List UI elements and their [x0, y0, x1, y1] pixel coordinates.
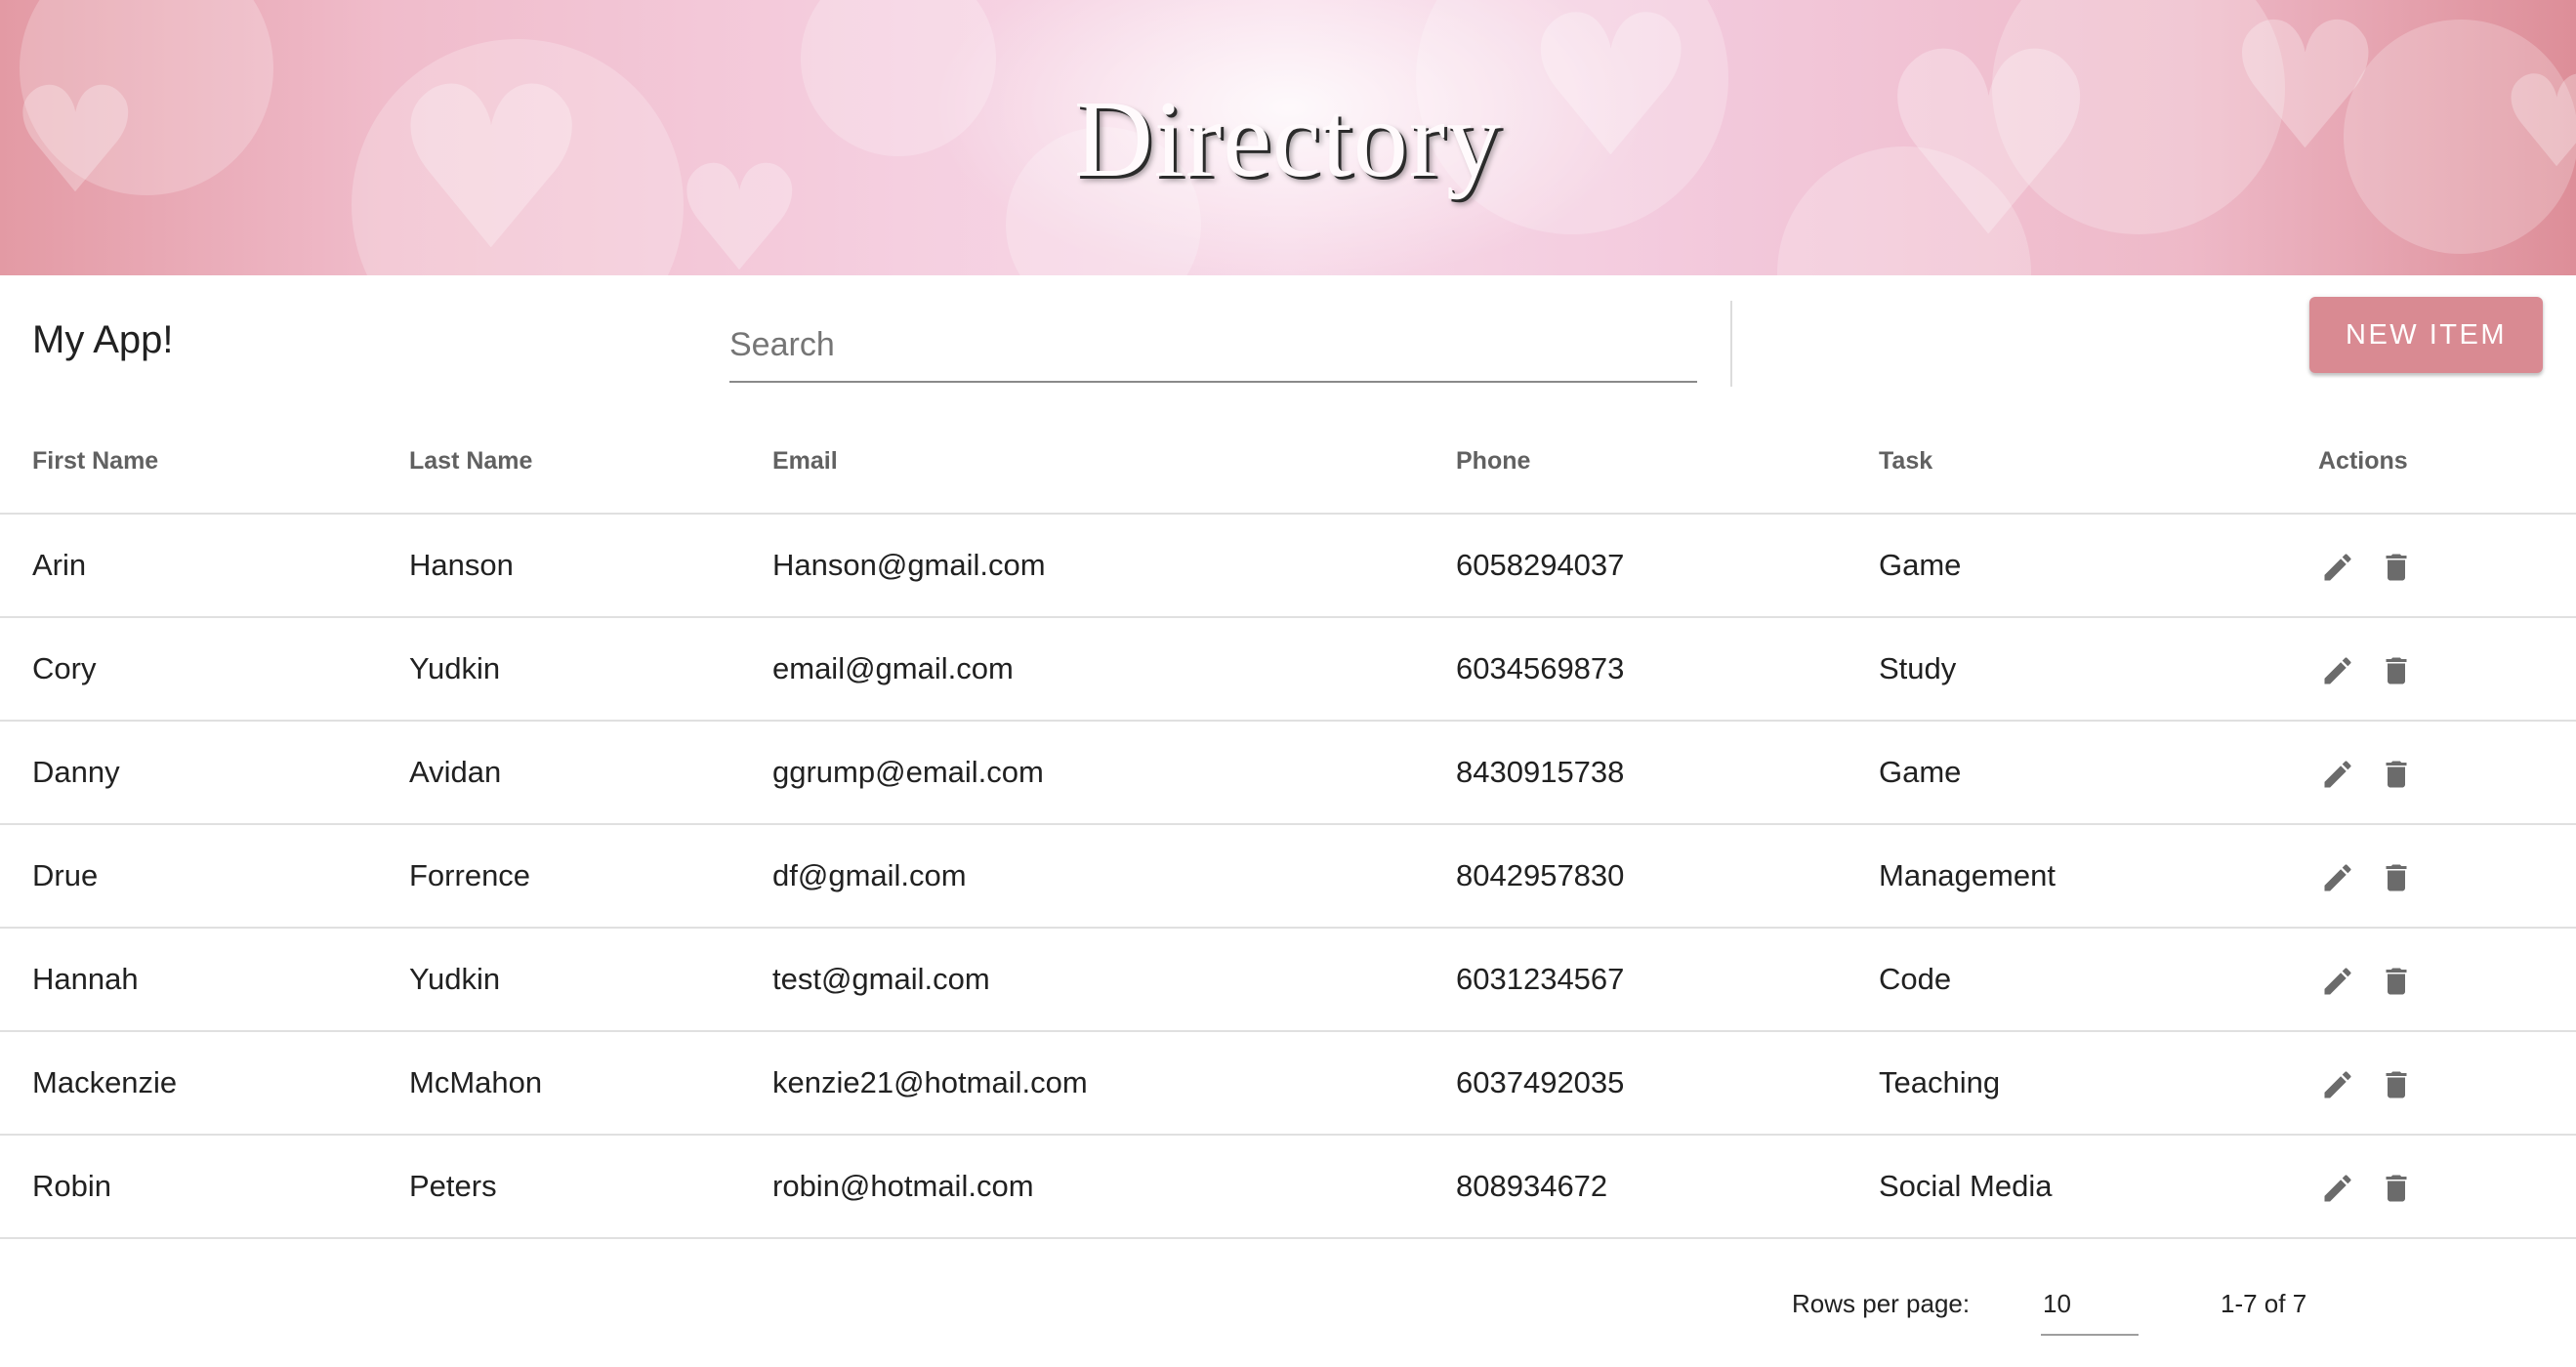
cell-last-name: Yudkin: [409, 962, 501, 996]
cell-last-name: Avidan: [409, 755, 502, 789]
cell-task: Code: [1879, 962, 1952, 996]
column-header-first-name[interactable]: First Name: [0, 410, 409, 514]
delete-icon[interactable]: [2377, 858, 2416, 897]
table-row: Arin Hanson Hanson@gmail.com 6058294037 …: [0, 514, 2576, 617]
banner-title: Directory: [1073, 79, 1503, 200]
cell-last-name: Hanson: [409, 548, 514, 582]
search-input[interactable]: [729, 311, 1697, 379]
table-row: Mackenzie McMahon kenzie21@hotmail.com 6…: [0, 1031, 2576, 1135]
edit-icon[interactable]: [2318, 1169, 2357, 1208]
table-row: Cory Yudkin email@gmail.com 6034569873 S…: [0, 617, 2576, 721]
cell-phone: 6031234567: [1456, 962, 1625, 996]
cell-email: Hanson@gmail.com: [772, 548, 1046, 582]
toolbar: My App! NEW ITEM: [0, 275, 2576, 398]
table-row: Robin Peters robin@hotmail.com 808934672…: [0, 1135, 2576, 1238]
cell-first-name: Danny: [32, 755, 120, 789]
header-banner: ♥ ♥ ♥ ♥ ♥ ♥ ♥ Directory: [0, 0, 2576, 275]
edit-icon[interactable]: [2318, 651, 2357, 690]
cell-first-name: Mackenzie: [32, 1065, 178, 1099]
cell-task: Teaching: [1879, 1065, 2001, 1099]
cell-last-name: Yudkin: [409, 651, 501, 685]
edit-icon[interactable]: [2318, 962, 2357, 1001]
delete-icon[interactable]: [2377, 962, 2416, 1001]
column-header-actions: Actions: [2318, 447, 2408, 475]
new-item-button[interactable]: NEW ITEM: [2309, 297, 2543, 373]
cell-task: Game: [1879, 548, 1962, 582]
cell-first-name: Drue: [32, 858, 99, 892]
cell-first-name: Cory: [32, 651, 97, 685]
cell-phone: 6058294037: [1456, 548, 1625, 582]
rows-per-page-value: 10: [2043, 1289, 2071, 1318]
cell-email: email@gmail.com: [772, 651, 1014, 685]
app-title: My App!: [32, 318, 174, 361]
cell-phone: 6037492035: [1456, 1065, 1625, 1099]
table-row: Hannah Yudkin test@gmail.com 6031234567 …: [0, 928, 2576, 1031]
cell-email: df@gmail.com: [772, 858, 967, 892]
delete-icon[interactable]: [2377, 651, 2416, 690]
cell-phone: 8042957830: [1456, 858, 1625, 892]
cell-last-name: Forrence: [409, 858, 531, 892]
edit-icon[interactable]: [2318, 755, 2357, 794]
column-header-phone[interactable]: Phone: [1456, 410, 1879, 514]
edit-icon[interactable]: [2318, 858, 2357, 897]
cell-first-name: Robin: [32, 1169, 111, 1203]
cell-phone: 8430915738: [1456, 755, 1625, 789]
edit-icon[interactable]: [2318, 1065, 2357, 1104]
cell-email: test@gmail.com: [772, 962, 990, 996]
cell-first-name: Arin: [32, 548, 87, 582]
cell-actions: [2318, 721, 2576, 824]
cell-task: Study: [1879, 651, 1957, 685]
delete-icon[interactable]: [2377, 548, 2416, 587]
cell-last-name: McMahon: [409, 1065, 543, 1099]
cell-task: Management: [1879, 858, 2056, 892]
pagination-range: 1-7 of 7: [2221, 1289, 2307, 1318]
cell-email: robin@hotmail.com: [772, 1169, 1034, 1203]
table-header-row: First Name Last Name Email Phone Task Ac…: [0, 410, 2576, 514]
edit-icon[interactable]: [2318, 548, 2357, 587]
rows-per-page-select[interactable]: 10: [2041, 1285, 2139, 1336]
table-row: Danny Avidan ggrump@email.com 8430915738…: [0, 721, 2576, 824]
cell-last-name: Peters: [409, 1169, 497, 1203]
table-row: Drue Forrence df@gmail.com 8042957830 Ma…: [0, 824, 2576, 928]
cell-actions: [2318, 617, 2576, 721]
cell-actions: [2318, 1031, 2576, 1135]
cell-actions: [2318, 928, 2576, 1031]
cell-phone: 6034569873: [1456, 651, 1625, 685]
cell-task: Social Media: [1879, 1169, 2053, 1203]
column-header-task[interactable]: Task: [1879, 410, 2318, 514]
delete-icon[interactable]: [2377, 1065, 2416, 1104]
column-header-last-name[interactable]: Last Name: [409, 410, 772, 514]
cell-actions: [2318, 1135, 2576, 1238]
cell-task: Game: [1879, 755, 1962, 789]
rows-per-page-label: Rows per page:: [1792, 1289, 1971, 1318]
cell-email: ggrump@email.com: [772, 755, 1044, 789]
cell-first-name: Hannah: [32, 962, 139, 996]
cell-phone: 808934672: [1456, 1169, 1608, 1203]
delete-icon[interactable]: [2377, 1169, 2416, 1208]
cell-actions: [2318, 514, 2576, 617]
cell-actions: [2318, 824, 2576, 928]
pagination: Rows per page: 10 1-7 of 7: [0, 1244, 2576, 1367]
directory-table: First Name Last Name Email Phone Task Ac…: [0, 410, 2576, 1239]
cell-email: kenzie21@hotmail.com: [772, 1065, 1088, 1099]
column-header-email[interactable]: Email: [772, 410, 1456, 514]
toolbar-divider: [1730, 301, 1732, 387]
search-field: [729, 311, 1697, 383]
delete-icon[interactable]: [2377, 755, 2416, 794]
